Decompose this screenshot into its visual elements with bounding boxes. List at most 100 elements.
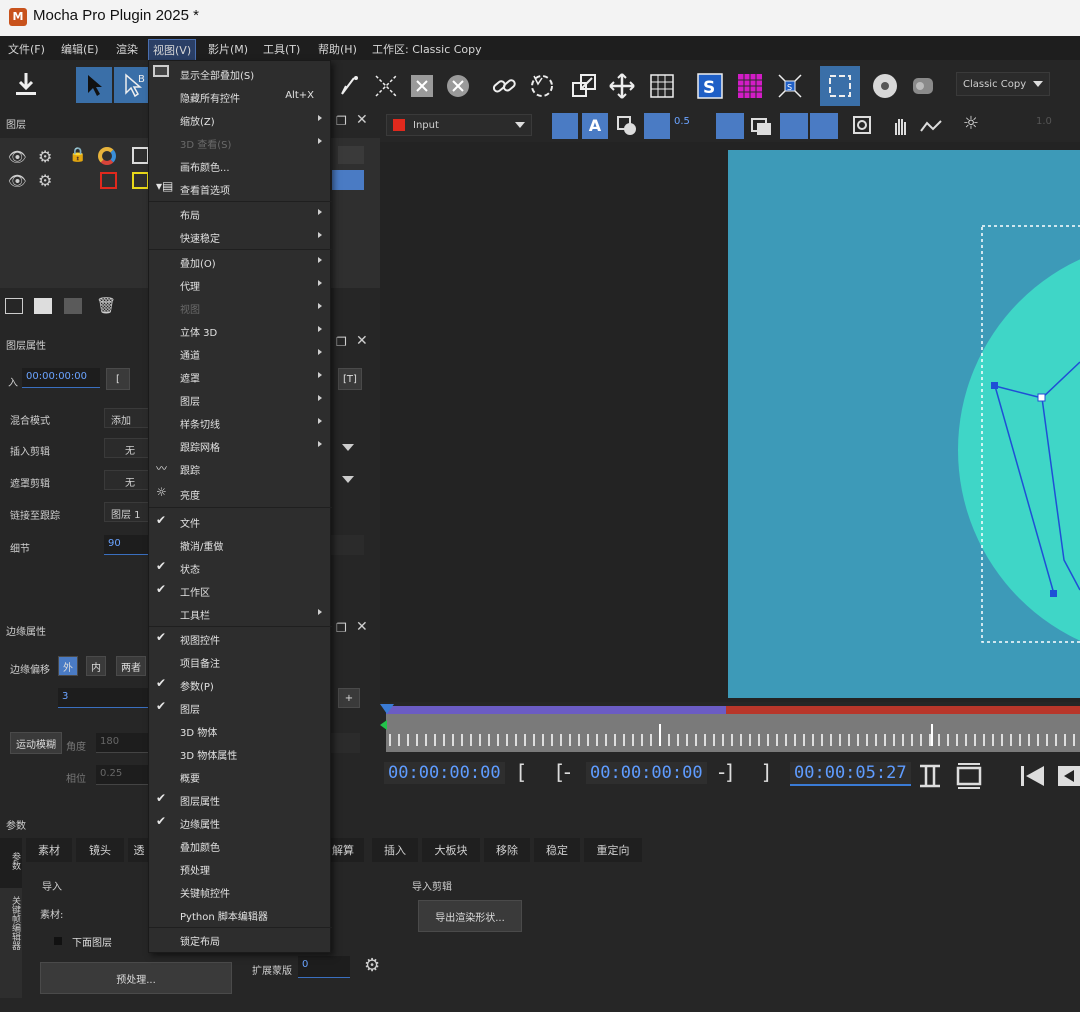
keyframe-editor-side-tab[interactable]: 关键帧编辑器 [0,888,22,998]
scale-tool-icon[interactable] [566,68,602,104]
menu-item-canvas-color[interactable]: 画布颜色... [149,154,332,177]
menu-item-project-notes[interactable]: 项目备注 [149,650,332,673]
go-to-out-bracket[interactable]: -] [718,760,733,784]
panel-float-icon[interactable]: ❐ [336,335,347,349]
tab-perspective[interactable]: 透 [128,838,150,862]
select-b-tool-icon[interactable]: B [114,67,150,103]
step-back-icon[interactable] [1056,762,1080,790]
menu-item-3d-objects[interactable]: 3D 物体 [149,719,332,742]
edge-out-button[interactable]: 外 [58,656,78,676]
menu-item-keyframe-controls[interactable]: 关键帧控件 [149,880,332,903]
menu-item-toolbars[interactable]: 工具栏 [149,602,332,625]
chevron-down-icon[interactable] [342,444,354,451]
menu-item-overlay-color[interactable]: 叠加颜色 [149,834,332,857]
menu-item-viewer-controls[interactable]: ✔ 视图控件 [149,627,332,650]
pen-tool-icon[interactable] [332,68,368,104]
go-to-in-bracket[interactable]: [- [556,760,571,784]
menu-movie[interactable]: 影片(M) [208,41,248,57]
menu-item-channels[interactable]: 通道 [149,342,332,365]
edge-offset-field[interactable]: 3 [58,688,148,708]
menu-view[interactable]: 视图(V) [148,39,197,61]
menu-item-overlays[interactable]: 叠加(O) [149,250,332,273]
menu-item-status[interactable]: ✔ 状态 [149,556,332,579]
hand-icon[interactable] [888,113,914,139]
angle-slider[interactable] [330,733,360,753]
edge-in-button[interactable]: 内 [86,656,106,676]
menu-item-overview[interactable]: 概要 [149,765,332,788]
workspace-dropdown[interactable]: Classic Copy [956,72,1050,96]
menu-item-show-all-overlays[interactable]: 显示全部叠加(S) [149,62,332,85]
go-to-start-icon[interactable] [1018,762,1048,790]
set-in-bracket[interactable]: [ [518,760,526,784]
rotate-tool-icon[interactable] [524,68,560,104]
phase-field[interactable]: 0.25 [96,765,148,785]
matte-icon[interactable] [132,147,149,164]
trash-icon[interactable]: 🗑 [96,296,116,315]
spline-point[interactable] [1050,590,1057,597]
lock-icon[interactable]: 🔒 [69,147,86,163]
menu-item-parameters[interactable]: ✔ 参数(P) [149,673,332,696]
tab-lens[interactable]: 镜头 [76,838,124,862]
add-layer-icon[interactable] [34,298,52,314]
menu-item-file[interactable]: ✔ 文件 [149,510,332,533]
menu-item-layers[interactable]: ✔ 图层 [149,696,332,719]
curve-icon[interactable] [918,113,944,139]
select-tool-icon[interactable] [76,67,112,103]
eye-icon[interactable]: 👁 [8,148,27,166]
menu-workspace[interactable]: 工作区: Classic Copy [372,41,482,57]
playhead-icon[interactable] [380,704,394,714]
text-tool-button[interactable]: [T] [338,368,362,390]
detail-slider[interactable] [330,535,364,555]
link-track-select[interactable]: 图层 1 [104,502,150,522]
matte-view-icon[interactable] [644,113,670,139]
move-tool-icon[interactable] [604,68,640,104]
tab-clip[interactable]: 素材 [26,838,72,862]
motion-blur-button[interactable]: 运动模糊 [10,732,62,754]
grid-view-icon[interactable] [810,113,838,139]
menu-item-3d-object-props[interactable]: 3D 物体属性 [149,742,332,765]
chevron-down-icon[interactable] [342,476,354,483]
out-point-timecode[interactable]: 00:00:05:27 [790,762,911,786]
in-point-field[interactable]: 00:00:00:00 [22,368,100,388]
panel-float-icon[interactable]: ❐ [336,114,347,128]
input-clip-select[interactable]: Input [386,114,532,136]
eye-icon[interactable]: 👁 [8,172,27,190]
edge-both-button[interactable]: 两者 [116,656,146,676]
menu-item-layer-props[interactable]: ✔ 图层属性 [149,788,332,811]
x-circle-icon[interactable] [440,68,476,104]
menu-item-undo-redo[interactable]: 撤消/重做 [149,533,332,556]
export-render-shapes-button[interactable]: 导出渲染形状... [418,900,522,932]
trim-icon[interactable] [916,762,944,790]
spline-point[interactable] [1037,393,1046,402]
alpha-icon[interactable]: A [582,113,608,139]
expand-matte-field[interactable]: 0 [298,956,350,978]
layers-view-icon[interactable] [748,113,776,139]
menu-item-layout[interactable]: 布局 [149,202,332,225]
brightness-icon[interactable]: ☼ [958,113,984,139]
menu-item-hide-all-controls[interactable]: 隐藏所有控件 Alt+X [149,85,332,108]
panel-float-icon[interactable]: ❐ [336,621,347,635]
show-planar-surface-icon[interactable] [820,66,860,106]
record-icon[interactable] [905,68,941,104]
menu-item-workspace[interactable]: ✔ 工作区 [149,579,332,602]
menu-item-tracking-mesh[interactable]: 跟踪网格 [149,434,332,457]
menu-item-zoom[interactable]: 缩放(Z) [149,108,332,131]
overlay-icon[interactable] [614,113,640,139]
menu-item-mattes[interactable]: 遮罩 [149,365,332,388]
rgb-channels-icon[interactable] [552,113,578,139]
xspline-tool-icon[interactable] [368,68,404,104]
magnify-icon[interactable] [850,113,876,139]
gain-value[interactable]: 1.0 [1036,116,1052,127]
blend-mode-select[interactable]: 添加 [104,408,150,428]
settings-gear-icon[interactable]: ⚙ [364,955,380,976]
menu-item-edge-props[interactable]: ✔ 边缘属性 [149,811,332,834]
new-folder-icon[interactable] [5,298,23,314]
menu-item-stereo-3d[interactable]: 立体 3D [149,319,332,342]
menu-tools[interactable]: 工具(T) [263,41,300,57]
insert-clip-select[interactable]: 无 [104,438,150,458]
menu-item-layers-sub[interactable]: 图层 [149,388,332,411]
menu-help[interactable]: 帮助(H) [318,41,357,57]
in-point-timecode[interactable]: 00:00:00:00 [586,762,707,784]
film-icon[interactable] [954,762,984,790]
close-icon[interactable]: ✕ [356,619,368,635]
